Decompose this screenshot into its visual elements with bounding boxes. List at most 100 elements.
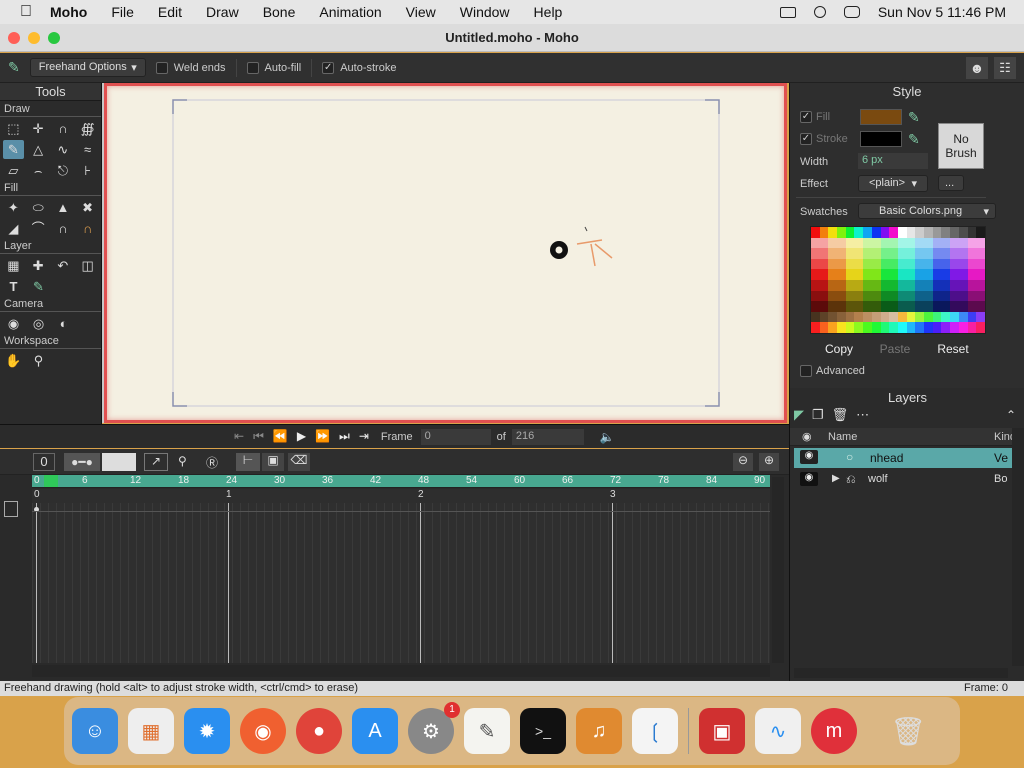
palette-swatch[interactable] [837,322,846,333]
palette-swatch[interactable] [976,227,985,238]
palette-swatch[interactable] [906,248,916,259]
palette-swatch[interactable] [845,290,855,302]
palette-swatch[interactable] [811,269,820,280]
palette-swatch[interactable] [889,290,898,302]
freeform-icon[interactable]: ∿ [755,708,801,754]
palette-swatch[interactable] [811,322,820,333]
palette-swatch[interactable] [863,280,872,291]
palette-swatch[interactable] [811,280,820,291]
paste-button[interactable]: Paste [870,340,920,358]
copy-button[interactable]: Copy [816,340,862,358]
launchpad-icon[interactable]: ▦ [128,708,174,754]
vscode-icon[interactable]: ❲ [632,708,678,754]
palette-swatch[interactable] [915,322,925,333]
palette-swatch[interactable] [897,301,907,312]
reference-icon[interactable]: Ⓡ [206,454,218,471]
chrome-icon[interactable]: ● [296,708,342,754]
palette-swatch[interactable] [958,301,968,312]
menu-help[interactable]: Help [534,4,563,20]
timeline-ruler[interactable]: 0 6 12 18 24 30 36 42 48 54 60 66 72 78 84 90 [32,475,770,488]
menu-file[interactable]: File [111,4,134,20]
menu-bone[interactable]: Bone [263,4,296,20]
palette-swatch[interactable] [941,322,951,333]
finder-icon[interactable]: ☺ [72,708,118,754]
palette-swatch[interactable] [854,227,864,238]
palette-swatch[interactable] [915,248,925,259]
clock[interactable]: Sun Nov 5 11:46 PM [878,4,1006,20]
palette-swatch[interactable] [837,269,846,280]
roll-camera-icon[interactable]: ◐ [53,314,74,333]
palette-swatch[interactable] [897,269,907,280]
menu-app[interactable]: Moho [50,4,87,20]
loop-back-icon[interactable]: ⇤ [234,429,244,444]
palette-swatch[interactable] [828,280,838,291]
palette-swatch[interactable] [967,311,977,323]
palette-swatch[interactable] [915,280,925,291]
palette-swatch[interactable] [889,248,898,259]
palette-swatch[interactable] [880,248,890,259]
step-forward-icon[interactable]: ⏩ [315,429,330,444]
menu-edit[interactable]: Edit [158,4,182,20]
control-center-icon[interactable] [843,6,860,18]
palette-swatch[interactable] [906,290,916,302]
palette-swatch[interactable] [976,248,985,259]
photo-booth-icon[interactable]: ▣ [699,708,745,754]
palette-swatch[interactable] [941,258,951,270]
garageband-icon[interactable]: ♫ [576,708,622,754]
palette-swatch[interactable] [837,237,846,249]
palette-swatch[interactable] [845,227,855,238]
palette-swatch[interactable] [924,311,933,323]
palette-swatch[interactable] [976,280,985,291]
menu-view[interactable]: View [406,4,436,20]
layer-name[interactable]: nhead [870,451,903,465]
palette-swatch[interactable] [924,269,933,280]
palette-swatch[interactable] [880,258,890,270]
palette-swatch[interactable] [958,269,968,280]
layers-scrollbar[interactable] [1012,428,1024,666]
palette-swatch[interactable] [863,248,872,259]
palette-swatch[interactable] [837,301,846,312]
palette-swatch[interactable] [811,290,820,302]
palette-swatch[interactable] [837,258,846,270]
palette-swatch[interactable] [950,248,959,259]
palette-swatch[interactable] [941,237,951,249]
more-options-icon[interactable]: ⋯ [856,407,869,423]
palette-swatch[interactable] [863,322,872,333]
palette-swatch[interactable] [897,237,907,249]
palette-swatch[interactable] [950,322,959,333]
menu-draw[interactable]: Draw [206,4,239,20]
sequencer-icon[interactable]: ⊢ [236,453,260,471]
play-icon[interactable]: ▶ [297,429,306,444]
palette-swatch[interactable] [811,301,820,312]
palette-swatch[interactable] [950,311,959,323]
palette-swatch[interactable] [950,280,959,291]
palette-swatch[interactable] [897,248,907,259]
palette-swatch[interactable] [880,322,890,333]
palette-swatch[interactable] [932,258,942,270]
timeline-tracks[interactable] [32,503,770,663]
palette-swatch[interactable] [819,322,829,333]
palette-swatch[interactable] [906,237,916,249]
duplicate-layer-icon[interactable]: ❐ [812,407,824,423]
scatter-brush-icon[interactable]: ≈ [77,140,98,159]
track-camera-icon[interactable]: ◉ [3,314,24,333]
palette-swatch[interactable] [958,290,968,302]
palette-swatch[interactable] [871,237,881,249]
palette-swatch[interactable] [828,301,838,312]
palette-swatch[interactable] [915,237,925,249]
palette-swatch[interactable] [941,269,951,280]
keys-icon[interactable]: ↗ [144,453,168,471]
palette-swatch[interactable] [897,322,907,333]
palette-swatch[interactable] [932,322,942,333]
loop-forward-icon[interactable]: ⇥ [359,429,369,444]
step-back-icon[interactable]: ⏪ [273,429,288,444]
frame-input[interactable]: 0 [420,428,491,445]
palette-swatch[interactable] [889,280,898,291]
fill-color-swatch[interactable] [860,109,902,125]
palette-swatch[interactable] [889,237,898,249]
palette-swatch[interactable] [819,311,829,323]
palette-swatch[interactable] [837,290,846,302]
palette-swatch[interactable] [897,280,907,291]
textedit-icon[interactable]: ✎ [464,708,510,754]
palette-swatch[interactable] [906,301,916,312]
